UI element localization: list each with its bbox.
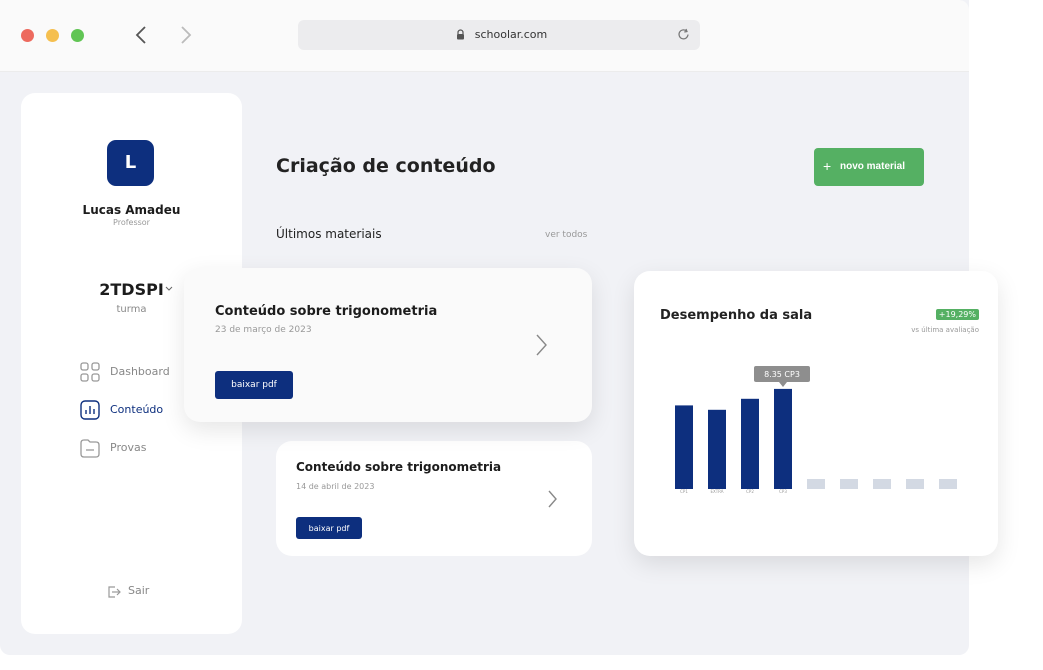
folder-icon [80,439,100,458]
chart-tooltip-text: 8.35 CP3 [764,370,800,379]
chart-bar[interactable] [774,388,792,489]
user-name: Lucas Amadeu [82,203,181,217]
url-text: schoolar.com [474,28,548,41]
reload-icon[interactable] [677,28,690,41]
new-material-button[interactable]: + novo material [814,148,924,186]
chart-bar[interactable] [873,479,891,489]
material-card[interactable]: Conteúdo sobre trigonometria 14 de abril… [276,441,592,556]
user-role: Professor [113,218,150,227]
chart-bar[interactable] [939,479,957,489]
grid-icon [80,362,100,382]
sidebar-item-provas[interactable]: Provas [80,438,220,460]
back-arrow-icon[interactable] [130,24,152,46]
minimize-window-button[interactable] [46,29,59,42]
chart-bar[interactable] [906,479,924,489]
logout-button[interactable]: Sair [107,583,187,601]
performance-chart: CP1 EXTRA CP2 CP3 8.35 CP3 [675,366,957,494]
chart-tick-label: CP1 [680,489,688,494]
plus-icon: + [823,158,832,174]
browser-toolbar: schoolar.com [0,0,969,72]
sidebar-item-label: Dashboard [110,365,170,378]
section-title: Últimos materiais [276,227,382,241]
chart-bar[interactable] [708,409,726,489]
chart-bar[interactable] [675,405,693,489]
chevron-right-icon[interactable] [548,490,558,508]
chevron-right-icon[interactable] [536,334,548,356]
sidebar-item-label: Provas [110,441,147,454]
download-pdf-button[interactable]: baixar pdf [215,371,293,399]
material-date: 23 de março de 2023 [215,325,312,335]
maximize-window-button[interactable] [71,29,84,42]
sidebar-item-label: Conteúdo [110,403,164,416]
close-window-button[interactable] [21,29,34,42]
new-material-label: novo material [840,161,906,172]
chart-bar[interactable] [741,398,759,489]
address-bar[interactable]: schoolar.com [298,20,700,50]
logout-icon [108,586,121,598]
page-title: Criação de conteúdo [276,155,496,177]
material-title: Conteúdo sobre trigonometria [296,460,502,474]
download-pdf-button[interactable]: baixar pdf [296,517,362,539]
avatar[interactable]: L [107,140,154,186]
see-all-link[interactable]: ver todos [545,230,587,240]
performance-card: Desempenho da sala +19,29% vs última ava… [634,271,998,556]
chart-icon [80,400,100,420]
chevron-down-icon[interactable] [165,286,173,292]
material-date: 14 de abril de 2023 [296,482,375,491]
chart-tick-label: CP2 [746,489,754,494]
chart-bar[interactable] [807,479,825,489]
chart-bar[interactable] [840,479,858,489]
chart-tick-label: EXTRA [711,489,724,494]
forward-arrow-icon[interactable] [175,24,197,46]
browser-window: schoolar.com L Lucas Amadeu Professor 2T… [0,0,998,655]
chart-tooltip: 8.35 CP3 [754,366,810,387]
material-card[interactable]: Conteúdo sobre trigonometria 23 de março… [184,268,592,422]
material-title: Conteúdo sobre trigonometria [215,304,438,319]
chart-tick-label: CP3 [779,489,787,494]
logout-label: Sair [128,584,150,597]
